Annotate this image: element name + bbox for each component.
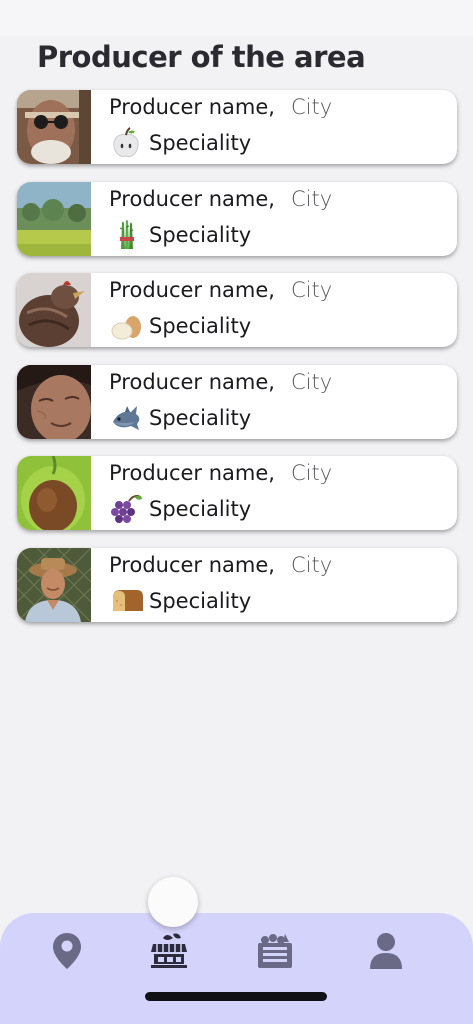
producer-name: Producer name, [109, 552, 275, 577]
speciality-label: Speciality [149, 588, 252, 613]
producer-city: City [290, 278, 333, 303]
producer-card[interactable]: Producer name, City Speciality [17, 181, 457, 256]
producer-photo [17, 456, 91, 531]
bread-icon [113, 589, 143, 611]
speciality-line: Speciality [109, 402, 251, 434]
producer-card[interactable]: Producer name, City Speciality [17, 364, 457, 439]
producer-name-line: Producer name, City [109, 553, 332, 577]
speciality-label: Speciality [149, 222, 252, 247]
nav-map[interactable] [47, 931, 87, 971]
producer-photo [17, 547, 91, 622]
producer-city: City [290, 95, 333, 119]
speciality-line: Speciality [109, 219, 251, 251]
producer-name: Producer name, [109, 278, 275, 303]
speciality-line: Speciality [109, 585, 251, 617]
producer-card[interactable]: Producer name, City Speciality [17, 547, 457, 622]
producer-city: City [290, 369, 333, 394]
producer-city: City [290, 461, 333, 486]
producer-card[interactable]: Producer name, City Speciality [17, 90, 457, 164]
producer-card[interactable]: Producer name, City Speciality [17, 456, 457, 531]
speciality-line: Speciality [109, 493, 251, 525]
nav-profile[interactable] [366, 931, 406, 971]
producer-name: Producer name, [109, 186, 275, 211]
user-icon [370, 933, 402, 969]
map-pin-icon [53, 933, 81, 969]
producer-card[interactable]: Producer name, City Speciality [17, 273, 457, 348]
producer-name-line: Producer name, City [109, 95, 332, 119]
page-title: Producer of the area [37, 40, 366, 74]
home-indicator [145, 992, 327, 1001]
speciality-label: Speciality [149, 497, 252, 522]
market-stall-icon [151, 933, 187, 968]
speciality-label: Speciality [149, 131, 252, 155]
producer-photo [17, 90, 91, 164]
producer-list: Producer name, City Speciality Producer n [17, 90, 457, 640]
speciality-line: Speciality [109, 310, 251, 342]
producer-city: City [290, 552, 333, 577]
producer-name: Producer name, [109, 95, 275, 119]
producer-name-line: Producer name, City [109, 461, 332, 485]
apple-icon [113, 127, 139, 157]
producer-photo [17, 273, 91, 348]
producer-photo [17, 181, 91, 256]
grapes-icon [111, 495, 142, 524]
nav-products[interactable] [255, 931, 295, 971]
bottom-nav [0, 913, 473, 1024]
producer-name: Producer name, [109, 369, 275, 394]
speciality-label: Speciality [149, 314, 252, 339]
producer-name-line: Producer name, City [109, 278, 332, 302]
producer-name: Producer name, [109, 461, 275, 486]
floating-action-button[interactable] [148, 877, 198, 927]
speciality-label: Speciality [149, 405, 252, 430]
speciality-line: Speciality [109, 127, 251, 159]
producer-name-line: Producer name, City [109, 187, 332, 211]
producer-photo [17, 364, 91, 439]
status-bar [0, 0, 473, 36]
asparagus-icon [119, 219, 134, 249]
produce-crate-icon [258, 934, 292, 968]
fish-icon [113, 405, 140, 430]
eggs-icon [111, 316, 141, 340]
producer-city: City [290, 186, 333, 211]
nav-producers[interactable] [149, 931, 189, 971]
producer-name-line: Producer name, City [109, 370, 332, 394]
